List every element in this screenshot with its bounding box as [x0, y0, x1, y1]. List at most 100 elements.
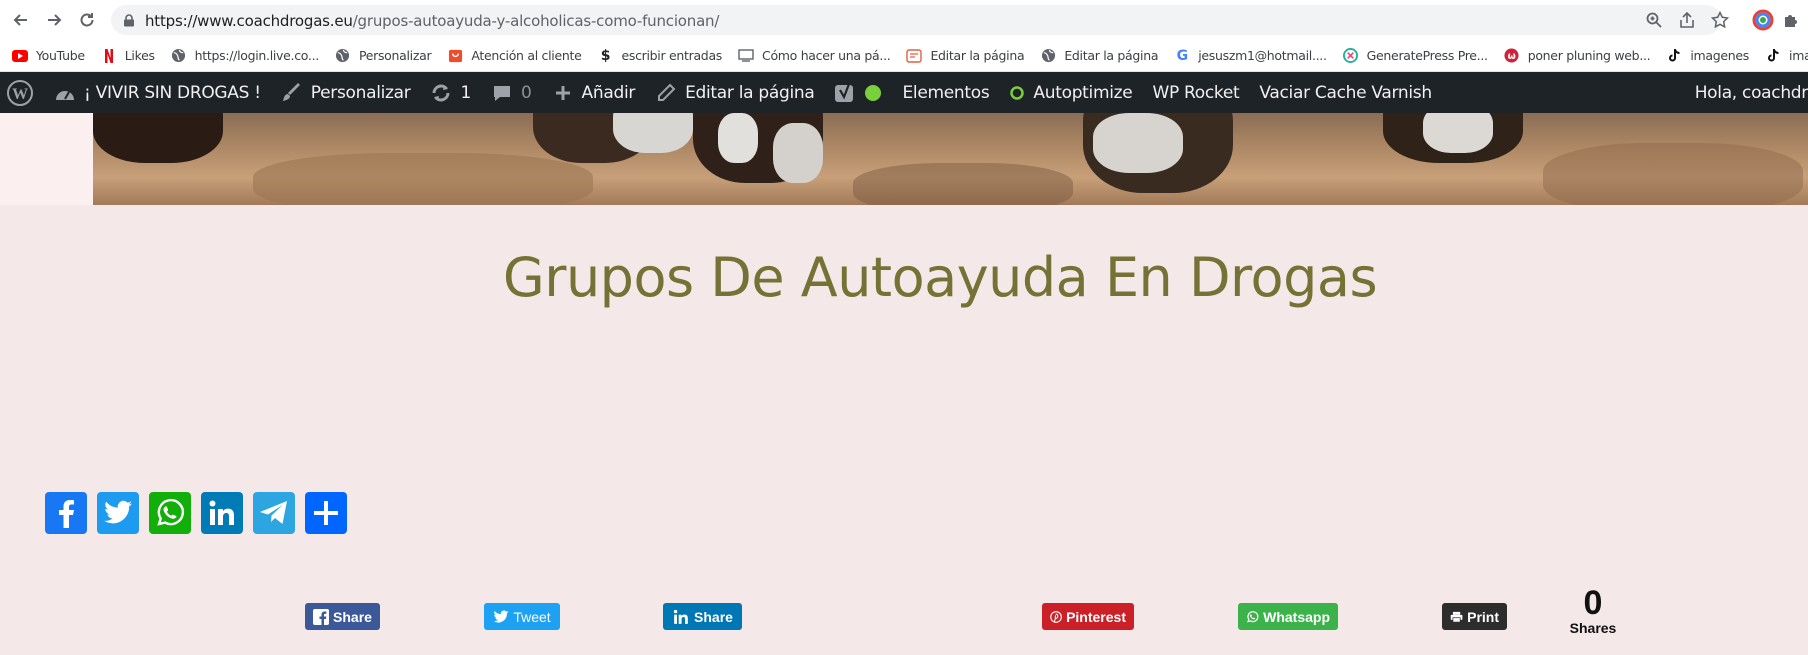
pinterest-share-label: Pinterest	[1066, 608, 1126, 625]
wp-add-new[interactable]: Añadir	[542, 72, 646, 113]
shares-label: Shares	[1569, 620, 1617, 636]
bookmark-login-live[interactable]: https://login.live.co...	[171, 48, 319, 64]
lock-icon[interactable]	[123, 14, 135, 27]
page-title: Grupos De Autoayuda En Drogas	[502, 246, 1378, 309]
pinterest-icon	[1050, 610, 1062, 623]
extensions-puzzle-icon[interactable]	[1782, 9, 1804, 31]
wp-yoast-menu[interactable]	[824, 72, 892, 113]
bookmark-generatepress[interactable]: GeneratePress Pre...	[1343, 48, 1488, 64]
wp-admin-bar: W ¡ VIVIR SIN DROGAS ! Personalizar 1 0 …	[0, 72, 1808, 113]
pinterest-share-pill[interactable]: Pinterest	[1042, 603, 1134, 630]
edit-page-icon	[906, 48, 923, 64]
bookmark-star-icon[interactable]	[1711, 11, 1729, 29]
bookmark-label: YouTube	[36, 48, 85, 63]
zoom-icon[interactable]	[1645, 11, 1663, 29]
wp-comments[interactable]: 0	[481, 72, 542, 113]
wp-elements[interactable]: Elementos	[892, 72, 999, 113]
forward-button[interactable]	[43, 9, 65, 31]
bookmarks-bar: YouTube Likes https://login.live.co... P…	[0, 40, 1808, 72]
youtube-icon	[12, 48, 28, 64]
bookmark-label: imagenes	[1690, 48, 1750, 63]
yoast-icon	[834, 82, 856, 104]
print-pill[interactable]: Print	[1442, 603, 1507, 630]
facebook-icon	[59, 500, 74, 528]
url-host: https://www.coachdrogas.eu	[145, 12, 353, 30]
twitter-tweet-pill[interactable]: Tweet	[484, 603, 560, 630]
plus-icon	[552, 82, 574, 104]
more-share-button[interactable]	[305, 492, 347, 534]
arrow-right-icon	[48, 14, 62, 26]
wp-autoptimize-label: Autoptimize	[1033, 82, 1133, 103]
social-share-icons	[45, 492, 347, 534]
google-icon: G	[1176, 47, 1189, 64]
linkedin-share-pill[interactable]: Share	[663, 603, 742, 630]
wp-varnish-label: Vaciar Cache Varnish	[1259, 82, 1432, 103]
shares-count: 0	[1583, 584, 1603, 622]
bookmark-atencion-cliente[interactable]: Atención al cliente	[447, 48, 582, 64]
tiktok-icon	[1666, 48, 1682, 64]
wp-edit-page[interactable]: Editar la página	[645, 72, 824, 113]
autoptimize-status-icon	[1009, 85, 1025, 101]
linkedin-icon	[673, 609, 688, 624]
bookmark-likes[interactable]: Likes	[101, 48, 155, 64]
wp-autoptimize[interactable]: Autoptimize	[999, 72, 1142, 113]
bookmark-imagenes-2[interactable]: imagenes	[1765, 48, 1808, 64]
bookmark-label: imagenes	[1789, 48, 1808, 63]
whatsapp-share-button[interactable]	[149, 492, 191, 534]
twitter-share-button[interactable]	[97, 492, 139, 534]
twitter-icon	[104, 500, 132, 524]
dashboard-gauge-icon	[54, 82, 76, 104]
globe-icon	[1040, 48, 1056, 64]
wp-varnish[interactable]: Vaciar Cache Varnish	[1249, 72, 1441, 113]
bookmark-label: https://login.live.co...	[194, 48, 320, 63]
bookmark-como-hacer[interactable]: Cómo hacer una pá...	[738, 48, 891, 64]
bookmark-youtube[interactable]: YouTube	[12, 48, 85, 64]
bookmark-escribir-entradas[interactable]: $ escribir entradas	[597, 48, 723, 64]
wp-my-account[interactable]: Hola, coachdr	[1685, 72, 1808, 113]
url-path: /grupos-autoayuda-y-alcoholicas-como-fun…	[352, 12, 720, 30]
reload-button[interactable]	[76, 9, 98, 31]
bookmark-jesuszm1[interactable]: Gjesuszm1@hotmail....	[1174, 47, 1327, 64]
telegram-share-button[interactable]	[253, 492, 295, 534]
bookmark-label: escribir entradas	[621, 48, 723, 63]
seo-status-green-icon	[864, 84, 882, 102]
wp-updates-count: 1	[460, 82, 472, 103]
whatsapp-share-pill[interactable]: Whatsapp	[1238, 603, 1338, 630]
whatsapp-share-label: Whatsapp	[1263, 608, 1330, 625]
wp-rocket[interactable]: WP Rocket	[1142, 72, 1249, 113]
bookmark-personalizar[interactable]: Personalizar	[335, 48, 432, 64]
wp-site-name-menu[interactable]: ¡ VIVIR SIN DROGAS !	[44, 72, 271, 113]
hero-image	[93, 113, 1808, 205]
telegram-icon	[260, 501, 287, 524]
printer-icon	[1450, 611, 1463, 622]
plugin-icon: ω	[1504, 48, 1520, 64]
facebook-square-icon	[313, 608, 330, 625]
browser-toolbar: https://www.coachdrogas.eu/grupos-autoay…	[0, 0, 1808, 40]
tiktok-icon	[1765, 48, 1781, 64]
shop-icon	[447, 48, 463, 64]
twitter-tweet-label: Tweet	[513, 608, 551, 625]
back-button[interactable]	[10, 9, 32, 31]
bookmark-editar-pagina-2[interactable]: Editar la página	[1040, 48, 1159, 64]
wp-rocket-label: WP Rocket	[1152, 82, 1240, 103]
hero-side-panel	[0, 113, 93, 205]
wp-customize-label: Personalizar	[310, 82, 411, 103]
wp-customize[interactable]: Personalizar	[271, 72, 421, 113]
wp-updates[interactable]: 1	[420, 72, 481, 113]
linkedin-share-button[interactable]	[201, 492, 243, 534]
wp-logo-menu[interactable]: W	[0, 72, 44, 113]
facebook-share-pill[interactable]: Share	[305, 603, 380, 630]
bookmark-label: Editar la página	[1064, 48, 1159, 63]
bookmark-poner-pluning[interactable]: ω poner pluning web...	[1504, 48, 1651, 64]
color-extension-icon[interactable]	[1752, 9, 1774, 31]
whatsapp-icon	[1247, 610, 1259, 622]
share-icon[interactable]	[1678, 11, 1696, 29]
bookmark-label: jesuszm1@hotmail....	[1198, 48, 1327, 63]
address-bar[interactable]: https://www.coachdrogas.eu/grupos-autoay…	[111, 5, 1729, 35]
page-icon	[738, 48, 754, 64]
bookmark-imagenes-1[interactable]: imagenes	[1666, 48, 1749, 64]
facebook-share-button[interactable]	[45, 492, 87, 534]
shares-counter: 0 Shares	[1563, 586, 1623, 636]
bookmark-editar-pagina-1[interactable]: Editar la página	[906, 48, 1025, 64]
generatepress-icon	[1343, 48, 1359, 64]
